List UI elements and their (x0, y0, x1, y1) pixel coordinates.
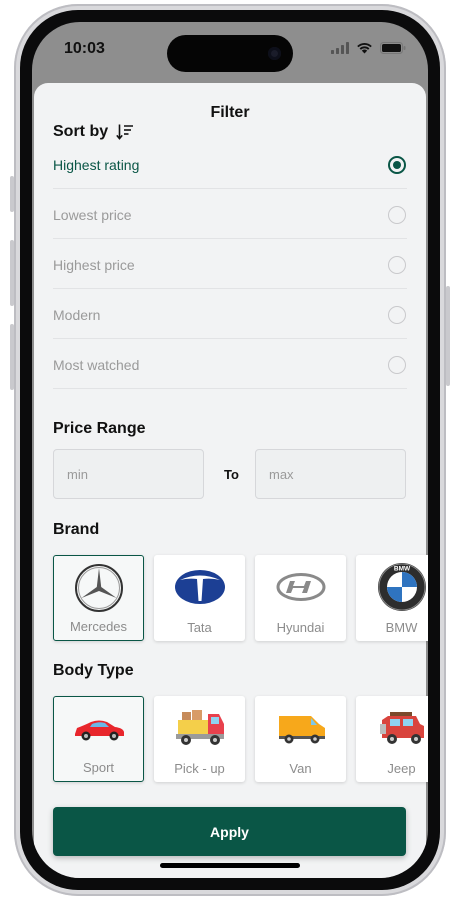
home-indicator (160, 863, 300, 868)
dynamic-island (167, 35, 293, 72)
filter-sheet: Filter Sort by Highest rating Lowest pri… (34, 83, 428, 878)
wifi-icon (357, 43, 372, 54)
price-range-title: Price Range (53, 420, 146, 437)
phone-side-button (10, 324, 14, 390)
brand-card-bmw[interactable]: BMW BMW (356, 555, 428, 641)
van-icon (255, 702, 346, 754)
battery-icon (380, 42, 406, 54)
sort-options: Highest rating Lowest price Highest pric… (53, 139, 407, 389)
body-type-title: Body Type (53, 662, 134, 679)
brand-card-hyundai[interactable]: Hyundai (255, 555, 346, 641)
svg-text:BMW: BMW (393, 566, 410, 573)
brand-card-label: Tata (187, 620, 212, 635)
price-to-label: To (224, 467, 239, 482)
signal-icon (331, 42, 349, 54)
brand-list: Mercedes Tata Hyundai BMW BMW (53, 555, 428, 641)
radio-button[interactable] (388, 255, 406, 274)
phone-side-button (10, 176, 14, 212)
mercedes-logo-icon (54, 562, 143, 614)
sort-option-label: Highest rating (53, 156, 140, 173)
radio-button[interactable] (388, 355, 406, 374)
sheet-title: Filter (210, 104, 250, 121)
status-icons (331, 42, 406, 54)
body-type-card-label: Jeep (387, 761, 416, 776)
sort-option-lowest-price[interactable]: Lowest price (53, 189, 407, 239)
body-type-list: Sport Pick - up Van Jeep (53, 696, 428, 782)
status-bar: 10:03 (32, 22, 428, 78)
brand-card-mercedes[interactable]: Mercedes (53, 555, 144, 641)
body-type-card-pickup[interactable]: Pick - up (154, 696, 245, 782)
body-type-card-label: Pick - up (174, 761, 225, 776)
sort-option-label: Lowest price (53, 206, 132, 223)
sort-option-label: Most watched (53, 356, 140, 373)
apply-button[interactable]: Apply (53, 807, 406, 856)
tata-logo-icon (154, 561, 245, 613)
brand-title: Brand (53, 521, 100, 538)
brand-card-label: Hyundai (276, 620, 325, 635)
sport-car-icon (54, 703, 143, 755)
hyundai-logo-icon (255, 561, 346, 613)
sort-option-highest-rating[interactable]: Highest rating (53, 139, 407, 189)
body-type-card-label: Sport (82, 760, 115, 775)
price-min-input[interactable]: min (53, 449, 204, 499)
brand-card-label: Mercedes (69, 619, 128, 634)
radio-button[interactable] (388, 155, 406, 174)
sort-option-label: Highest price (53, 256, 135, 273)
body-type-card-label: Van (289, 761, 312, 776)
radio-button[interactable] (388, 305, 406, 324)
phone-power-button (446, 286, 450, 386)
camera-icon (268, 47, 281, 60)
brand-card-label: BMW (385, 620, 418, 635)
sort-option-highest-price[interactable]: Highest price (53, 239, 407, 289)
screen: 10:03 Filter Sort by Highest rating Lowe… (32, 22, 428, 878)
sort-option-label: Modern (53, 306, 101, 323)
body-type-card-sport[interactable]: Sport (53, 696, 144, 782)
price-max-input[interactable]: max (255, 449, 406, 499)
sort-option-modern[interactable]: Modern (53, 289, 407, 339)
brand-card-tata[interactable]: Tata (154, 555, 245, 641)
body-type-card-jeep[interactable]: Jeep (356, 696, 428, 782)
body-type-card-van[interactable]: Van (255, 696, 346, 782)
phone-side-button (10, 240, 14, 306)
jeep-icon (356, 702, 428, 754)
radio-button[interactable] (388, 205, 406, 224)
pickup-truck-icon (154, 702, 245, 754)
bmw-logo-icon: BMW (356, 561, 428, 613)
sort-option-most-watched[interactable]: Most watched (53, 339, 407, 389)
status-time: 10:03 (64, 40, 105, 57)
